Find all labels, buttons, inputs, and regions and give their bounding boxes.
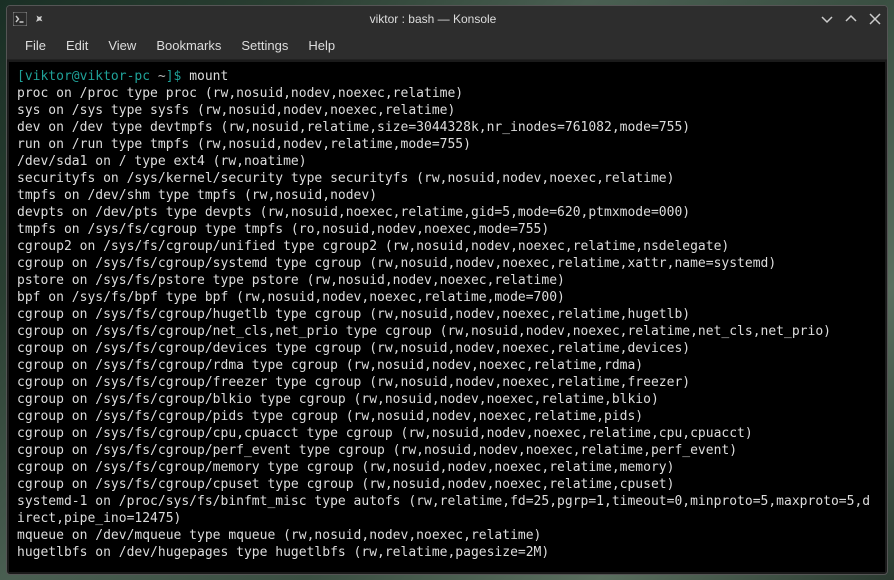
window-title: viktor : bash — Konsole bbox=[45, 12, 821, 26]
output-line: proc on /proc type proc (rw,nosuid,nodev… bbox=[17, 85, 877, 102]
prompt-close-bracket: ] bbox=[166, 69, 174, 84]
prompt-symbol: $ bbox=[174, 69, 190, 84]
output-line: cgroup on /sys/fs/cgroup/hugetlb type cg… bbox=[17, 306, 877, 323]
output-line: devpts on /dev/pts type devpts (rw,nosui… bbox=[17, 204, 877, 221]
output-line: securityfs on /sys/kernel/security type … bbox=[17, 170, 877, 187]
output-line: cgroup on /sys/fs/cgroup/net_cls,net_pri… bbox=[17, 323, 877, 340]
titlebar-left-icons bbox=[13, 12, 45, 26]
output-line: dev on /dev type devtmpfs (rw,nosuid,rel… bbox=[17, 119, 877, 136]
maximize-button[interactable] bbox=[845, 13, 857, 25]
output-line: cgroup on /sys/fs/cgroup/cpu,cpuacct typ… bbox=[17, 425, 877, 442]
terminal-icon bbox=[13, 12, 27, 26]
output-line: tmpfs on /dev/shm type tmpfs (rw,nosuid,… bbox=[17, 187, 877, 204]
prompt-open-bracket: [ bbox=[17, 69, 25, 84]
output-line: cgroup on /sys/fs/cgroup/freezer type cg… bbox=[17, 374, 877, 391]
menu-bookmarks[interactable]: Bookmarks bbox=[146, 34, 231, 57]
output-line: run on /run type tmpfs (rw,nosuid,nodev,… bbox=[17, 136, 877, 153]
pin-icon[interactable] bbox=[33, 13, 45, 25]
close-button[interactable] bbox=[869, 13, 881, 25]
prompt-line: [viktor@viktor-pc ~]$ mount bbox=[17, 68, 877, 85]
output-line: mqueue on /dev/mqueue type mqueue (rw,no… bbox=[17, 527, 877, 544]
command-text: mount bbox=[189, 69, 228, 84]
menu-edit[interactable]: Edit bbox=[56, 34, 98, 57]
output-line: cgroup on /sys/fs/cgroup/blkio type cgro… bbox=[17, 391, 877, 408]
output-line: hugetlbfs on /dev/hugepages type hugetlb… bbox=[17, 544, 877, 561]
menu-file[interactable]: File bbox=[15, 34, 56, 57]
output-line: cgroup on /sys/fs/cgroup/devices type cg… bbox=[17, 340, 877, 357]
output-line: cgroup on /sys/fs/cgroup/rdma type cgrou… bbox=[17, 357, 877, 374]
konsole-window: viktor : bash — Konsole File Edit View B… bbox=[6, 5, 888, 575]
menu-view[interactable]: View bbox=[98, 34, 146, 57]
output-line: cgroup on /sys/fs/cgroup/memory type cgr… bbox=[17, 459, 877, 476]
menu-help[interactable]: Help bbox=[298, 34, 345, 57]
prompt-cwd: ~ bbox=[150, 69, 166, 84]
output-line: pstore on /sys/fs/pstore type pstore (rw… bbox=[17, 272, 877, 289]
menu-settings[interactable]: Settings bbox=[231, 34, 298, 57]
output-line: /dev/sda1 on / type ext4 (rw,noatime) bbox=[17, 153, 877, 170]
prompt-userhost: viktor@viktor-pc bbox=[25, 69, 150, 84]
titlebar[interactable]: viktor : bash — Konsole bbox=[7, 6, 887, 32]
output-line: cgroup on /sys/fs/cgroup/cpuset type cgr… bbox=[17, 476, 877, 493]
minimize-button[interactable] bbox=[821, 13, 833, 25]
output-line: cgroup on /sys/fs/cgroup/pids type cgrou… bbox=[17, 408, 877, 425]
output-line: cgroup2 on /sys/fs/cgroup/unified type c… bbox=[17, 238, 877, 255]
output-line: cgroup on /sys/fs/cgroup/systemd type cg… bbox=[17, 255, 877, 272]
menubar: File Edit View Bookmarks Settings Help bbox=[7, 32, 887, 60]
window-controls bbox=[821, 13, 881, 25]
output-line: bpf on /sys/fs/bpf type bpf (rw,nosuid,n… bbox=[17, 289, 877, 306]
output-line: sys on /sys type sysfs (rw,nosuid,nodev,… bbox=[17, 102, 877, 119]
terminal-area[interactable]: [viktor@viktor-pc ~]$ mountproc on /proc… bbox=[9, 62, 885, 572]
output-line: systemd-1 on /proc/sys/fs/binfmt_misc ty… bbox=[17, 493, 877, 527]
output-line: cgroup on /sys/fs/cgroup/perf_event type… bbox=[17, 442, 877, 459]
output-line: tmpfs on /sys/fs/cgroup type tmpfs (ro,n… bbox=[17, 221, 877, 238]
